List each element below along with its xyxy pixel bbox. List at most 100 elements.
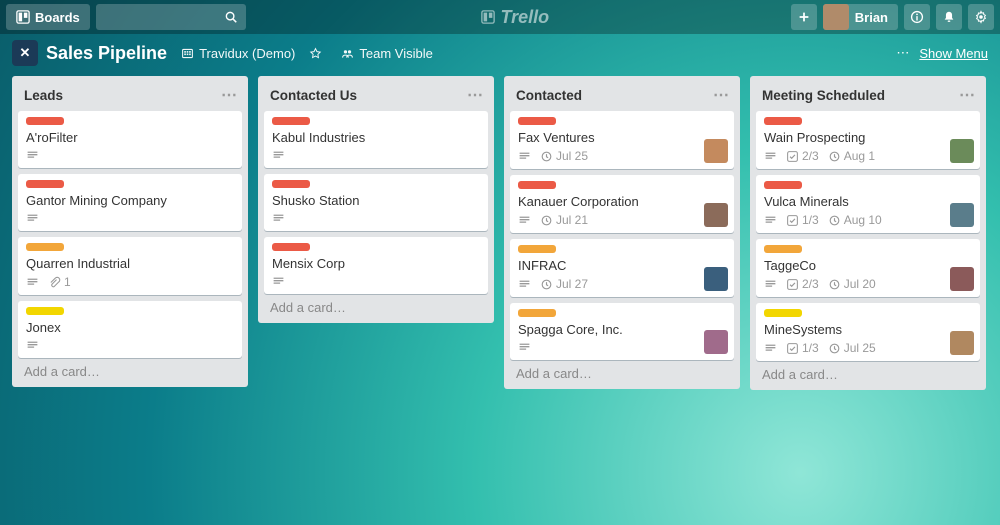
card[interactable]: Fax Ventures Jul 25 (510, 111, 734, 169)
description-icon (518, 278, 531, 291)
member-avatar[interactable] (704, 203, 728, 227)
description-icon (518, 150, 531, 163)
board-canvas[interactable]: Leads ⋯ A'roFilter Gantor Mining Company… (0, 72, 1000, 525)
info-button[interactable] (904, 4, 930, 30)
list-title[interactable]: Contacted Us (270, 88, 357, 103)
search-input[interactable] (96, 4, 246, 30)
checklist-badge: 2/3 (786, 149, 819, 163)
card-title: Quarren Industrial (26, 256, 234, 271)
list: Contacted Us ⋯ Kabul Industries Shusko S… (258, 76, 494, 323)
member-avatar[interactable] (950, 267, 974, 291)
card[interactable]: Kabul Industries (264, 111, 488, 168)
board-header: ✕ Sales Pipeline Travidux (Demo) Team Vi… (0, 34, 1000, 72)
card-label (26, 307, 64, 315)
card-label (518, 309, 556, 317)
member-avatar[interactable] (950, 139, 974, 163)
board-icon[interactable]: ✕ (12, 40, 38, 66)
visibility-button[interactable]: Team Visible (341, 46, 432, 61)
card-title: Fax Ventures (518, 130, 726, 145)
card-badges: Jul 27 (518, 277, 726, 291)
card[interactable]: Kanauer Corporation Jul 21 (510, 175, 734, 233)
member-avatar[interactable] (704, 267, 728, 291)
top-nav: Boards Trello Brian (0, 0, 1000, 34)
description-icon (764, 214, 777, 227)
member-avatar[interactable] (704, 139, 728, 163)
card-label (764, 117, 802, 125)
settings-button[interactable] (968, 4, 994, 30)
due-badge: Jul 25 (828, 341, 876, 355)
add-card-button[interactable]: Add a card… (510, 360, 734, 383)
checklist-badge: 2/3 (786, 277, 819, 291)
card-title: Spagga Core, Inc. (518, 322, 726, 337)
card-label (272, 117, 310, 125)
user-menu[interactable]: Brian (823, 4, 898, 30)
card-title: MineSystems (764, 322, 972, 337)
notifications-button[interactable] (936, 4, 962, 30)
card[interactable]: Vulca Minerals 1/3Aug 10 (756, 175, 980, 233)
card-title: A'roFilter (26, 130, 234, 145)
description-icon (272, 275, 285, 288)
card[interactable]: Spagga Core, Inc. (510, 303, 734, 360)
boards-label: Boards (35, 10, 80, 25)
show-menu-link[interactable]: Show Menu (919, 46, 988, 61)
app-logo[interactable]: Trello (246, 7, 785, 28)
card-badges (272, 275, 480, 288)
card-title: Gantor Mining Company (26, 193, 234, 208)
card-label (272, 180, 310, 188)
boards-button[interactable]: Boards (6, 4, 90, 30)
attachment-badge: 1 (48, 275, 71, 289)
org-link[interactable]: Travidux (Demo) (181, 46, 295, 61)
card-badges (26, 149, 234, 162)
board-title[interactable]: Sales Pipeline (46, 43, 167, 64)
card[interactable]: INFRAC Jul 27 (510, 239, 734, 297)
card[interactable]: A'roFilter (18, 111, 242, 168)
card[interactable]: MineSystems 1/3 Jul 25 (756, 303, 980, 361)
list-menu-button[interactable]: ⋯ (959, 85, 976, 105)
member-avatar[interactable] (950, 331, 974, 355)
card-title: Shusko Station (272, 193, 480, 208)
description-icon (26, 276, 39, 289)
add-card-button[interactable]: Add a card… (264, 294, 488, 317)
card[interactable]: Wain Prospecting 2/3 Aug 1 (756, 111, 980, 169)
checklist-badge: 1/3 (786, 341, 819, 355)
card-title: Kanauer Corporation (518, 194, 726, 209)
card-label (26, 243, 64, 251)
card-badges (518, 341, 726, 354)
card[interactable]: Gantor Mining Company (18, 174, 242, 231)
due-badge: Aug 1 (828, 149, 875, 163)
card-label (26, 117, 64, 125)
due-badge: Jul 20 (828, 277, 876, 291)
add-card-button[interactable]: Add a card… (18, 358, 242, 381)
list-menu-button[interactable]: ⋯ (221, 85, 238, 105)
card-label (518, 245, 556, 253)
description-icon (272, 212, 285, 225)
create-button[interactable] (791, 4, 817, 30)
list-menu-button[interactable]: ⋯ (713, 85, 730, 105)
list-title[interactable]: Meeting Scheduled (762, 88, 885, 103)
star-button[interactable] (309, 47, 327, 60)
description-icon (764, 278, 777, 291)
due-badge: Jul 21 (540, 213, 588, 227)
card[interactable]: TaggeCo 2/3Jul 20 (756, 239, 980, 297)
member-avatar[interactable] (950, 203, 974, 227)
card-label (764, 181, 802, 189)
card[interactable]: Shusko Station (264, 174, 488, 231)
list-title[interactable]: Leads (24, 88, 63, 103)
card[interactable]: Jonex (18, 301, 242, 358)
card-badges: 1/3 Jul 25 (764, 341, 972, 355)
member-avatar[interactable] (704, 330, 728, 354)
list-menu-button[interactable]: ⋯ (467, 85, 484, 105)
list: Leads ⋯ A'roFilter Gantor Mining Company… (12, 76, 248, 387)
card-badges: Jul 25 (518, 149, 726, 163)
add-card-button[interactable]: Add a card… (756, 361, 980, 384)
description-icon (518, 341, 531, 354)
due-badge: Aug 10 (828, 213, 882, 227)
card-title: INFRAC (518, 258, 726, 273)
card[interactable]: Quarren Industrial 1 (18, 237, 242, 295)
card[interactable]: Mensix Corp (264, 237, 488, 294)
list-title[interactable]: Contacted (516, 88, 582, 103)
card-badges: Jul 21 (518, 213, 726, 227)
card-badges (272, 212, 480, 225)
card-title: Wain Prospecting (764, 130, 972, 145)
card-badges: 1/3Aug 10 (764, 213, 972, 227)
